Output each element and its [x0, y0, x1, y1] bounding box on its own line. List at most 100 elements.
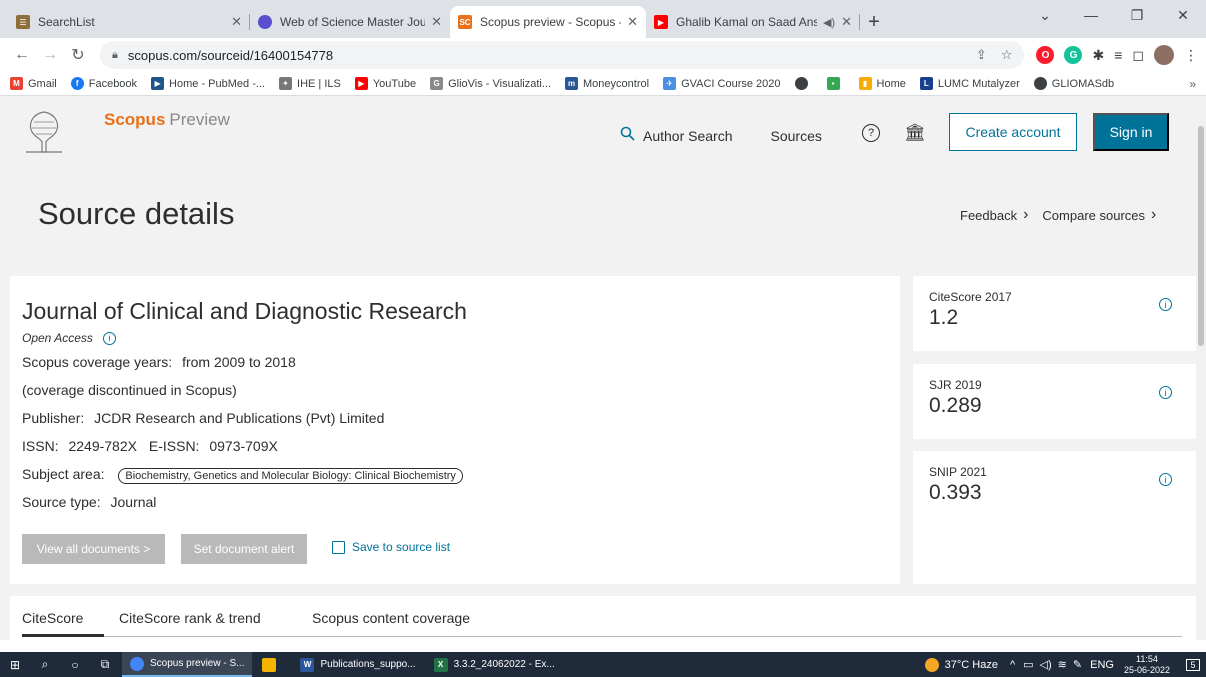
close-icon[interactable]: ✕ — [231, 14, 242, 30]
chevron-up-icon[interactable]: ^ — [1010, 659, 1015, 671]
site-header: Scopus Preview Author Search Sources ? 🏛︎… — [0, 96, 1196, 166]
brand-scopus: Scopus — [104, 110, 166, 129]
compare-label: Compare sources — [1042, 207, 1146, 223]
speaker-icon[interactable]: ◀) — [823, 16, 835, 29]
save-to-source-list-link[interactable]: Save to source list — [332, 540, 450, 554]
opera-extension-icon[interactable]: O — [1036, 46, 1055, 64]
taskbar-app-label: Publications_suppo... — [320, 659, 416, 670]
taskbar-app-excel[interactable]: X 3.3.2_24062022 - Ex... — [426, 652, 563, 677]
info-icon[interactable]: i — [1159, 473, 1172, 486]
bookmark-pubmed[interactable]: ▶ Home - PubMed -... — [151, 77, 265, 90]
windows-start-icon[interactable]: ⊞ — [0, 652, 30, 677]
clock[interactable]: 11:54 25-06-2022 — [1124, 654, 1170, 676]
subject-area-link[interactable]: Biochemistry, Genetics and Molecular Bio… — [118, 468, 463, 484]
institution-icon[interactable]: 🏛︎ — [904, 123, 926, 143]
info-icon[interactable]: i — [1159, 298, 1172, 311]
moneycontrol-icon: m — [565, 77, 579, 90]
browser-tab-searchlist[interactable]: ☰ SearchList ✕ — [8, 6, 250, 38]
chrome-icon — [130, 656, 144, 671]
author-search-link[interactable]: Author Search — [643, 128, 733, 144]
forward-icon[interactable]: → — [36, 41, 64, 69]
taskbar-app-word[interactable]: W Publications_suppo... — [292, 652, 423, 677]
clock-time: 11:54 — [1136, 653, 1158, 664]
feedback-link[interactable]: Feedback › — [960, 206, 1028, 224]
page-scrollbar[interactable] — [1196, 96, 1206, 640]
taskbar-app-explorer[interactable] — [254, 652, 290, 677]
bookmarks-overflow-icon[interactable]: » — [1189, 77, 1196, 91]
bookmark-star-icon[interactable]: ☆ — [1001, 47, 1013, 63]
open-access-text: Open Access — [22, 331, 93, 345]
set-document-alert-button[interactable]: Set document alert — [181, 534, 307, 564]
bookmark-gmail[interactable]: M Gmail — [10, 77, 57, 90]
scopus-brand[interactable]: Scopus Preview — [104, 110, 230, 130]
volume-icon[interactable]: ◁) — [1040, 658, 1052, 671]
bookmark-gliovis[interactable]: G GlioVis - Visualizati... — [430, 77, 551, 90]
browser-tab-youtube[interactable]: ▶ Ghalib Kamal on Saad Ansar ◀) ✕ — [646, 6, 860, 38]
grammarly-extension-icon[interactable]: G — [1064, 46, 1083, 64]
restore-icon[interactable]: ❐ — [1114, 0, 1160, 30]
close-icon[interactable]: ✕ — [431, 14, 442, 30]
bookmark-apps[interactable]: ▪ — [826, 77, 845, 90]
task-view-icon[interactable]: ⧉ — [90, 652, 120, 677]
tab-citescore[interactable]: CiteScore — [22, 610, 83, 626]
source-type-value: Journal — [110, 494, 157, 510]
bookmark-lumc[interactable]: L LUMC Mutalyzer — [919, 77, 1020, 90]
side-panel-icon[interactable]: ◻ — [1132, 47, 1144, 64]
network-icon[interactable]: ▭ — [1023, 658, 1033, 671]
close-window-icon[interactable]: ✕ — [1160, 0, 1206, 30]
cortana-icon[interactable]: ○ — [60, 652, 90, 677]
scrollbar-thumb[interactable] — [1198, 126, 1204, 346]
menu-kebab-icon[interactable]: ⋮ — [1184, 47, 1198, 64]
taskbar-app-chrome[interactable]: Scopus preview - S... — [122, 652, 253, 677]
tab-scopus-content-coverage[interactable]: Scopus content coverage — [312, 610, 470, 626]
bookmark-gvaci[interactable]: ✈ GVACI Course 2020 — [663, 77, 781, 90]
tab-search-icon[interactable]: ⌄ — [1022, 0, 1068, 30]
minimize-icon[interactable]: — — [1068, 0, 1114, 30]
notification-icon[interactable]: 5 — [1180, 652, 1206, 677]
browser-tab-web-of-science[interactable]: Web of Science Master Journal Li ✕ — [250, 6, 450, 38]
close-icon[interactable]: ✕ — [841, 14, 852, 30]
info-icon[interactable]: i — [102, 331, 116, 345]
bookmark-gliomasdb[interactable]: GLIOMASdb — [1033, 77, 1115, 90]
issn-label: ISSN: — [22, 438, 59, 454]
gvaci-icon: ✈ — [663, 77, 677, 90]
close-icon[interactable]: ✕ — [627, 14, 638, 30]
elsevier-logo-icon[interactable] — [22, 108, 66, 154]
browser-tab-scopus[interactable]: SC Scopus preview - Scopus - Journ ✕ — [450, 6, 646, 38]
lock-icon: 🔒︎ — [112, 48, 118, 61]
avatar[interactable] — [1154, 45, 1174, 65]
bookmark-home[interactable]: ▮ Home — [858, 77, 906, 90]
source-type: Source type: Journal — [22, 494, 156, 510]
weather-text[interactable]: 37°C Haze — [945, 659, 998, 671]
share-icon[interactable]: ⇪ — [976, 47, 987, 63]
bookmark-youtube[interactable]: ▶ YouTube — [354, 77, 417, 90]
bookmark-globe[interactable] — [794, 77, 813, 90]
back-icon[interactable]: ← — [8, 41, 36, 69]
new-tab-button[interactable]: + — [860, 6, 888, 38]
sources-link[interactable]: Sources — [771, 128, 822, 144]
bookmark-facebook[interactable]: f Facebook — [70, 77, 137, 90]
help-icon[interactable]: ? — [862, 124, 880, 142]
view-all-documents-button[interactable]: View all documents > — [22, 534, 165, 564]
info-icon[interactable]: i — [1159, 386, 1172, 399]
reload-icon[interactable]: ↻ — [64, 41, 92, 69]
bookmark-moneycontrol[interactable]: m Moneycontrol — [565, 77, 649, 90]
extensions-puzzle-icon[interactable]: ✱ — [1092, 47, 1104, 64]
pen-icon[interactable]: ✎ — [1073, 658, 1082, 671]
address-bar[interactable]: 🔒︎ scopus.com/sourceid/16400154778 ⇪ ☆ — [100, 41, 1025, 69]
publisher-label: Publisher: — [22, 410, 85, 426]
coverage-label: Scopus coverage years: — [22, 354, 173, 370]
search-icon[interactable]: ⌕ — [30, 652, 60, 677]
bookmark-label: GLIOMASdb — [1051, 77, 1115, 90]
metric-value: 0.393 — [929, 481, 982, 504]
compare-sources-link[interactable]: Compare sources › — [1042, 206, 1156, 224]
language-indicator[interactable]: ENG — [1090, 659, 1114, 671]
sign-in-button[interactable]: Sign in — [1093, 113, 1169, 151]
wifi-icon[interactable]: ≋ — [1058, 658, 1067, 671]
bookmark-label: YouTube — [372, 77, 417, 90]
create-account-button[interactable]: Create account — [949, 113, 1077, 151]
reading-list-icon[interactable]: ≡ — [1114, 47, 1122, 63]
tab-citescore-rank-trend[interactable]: CiteScore rank & trend — [119, 610, 261, 626]
metric-card-blank — [913, 526, 1196, 584]
bookmark-ihe[interactable]: ✦ IHE | ILS — [279, 77, 341, 90]
